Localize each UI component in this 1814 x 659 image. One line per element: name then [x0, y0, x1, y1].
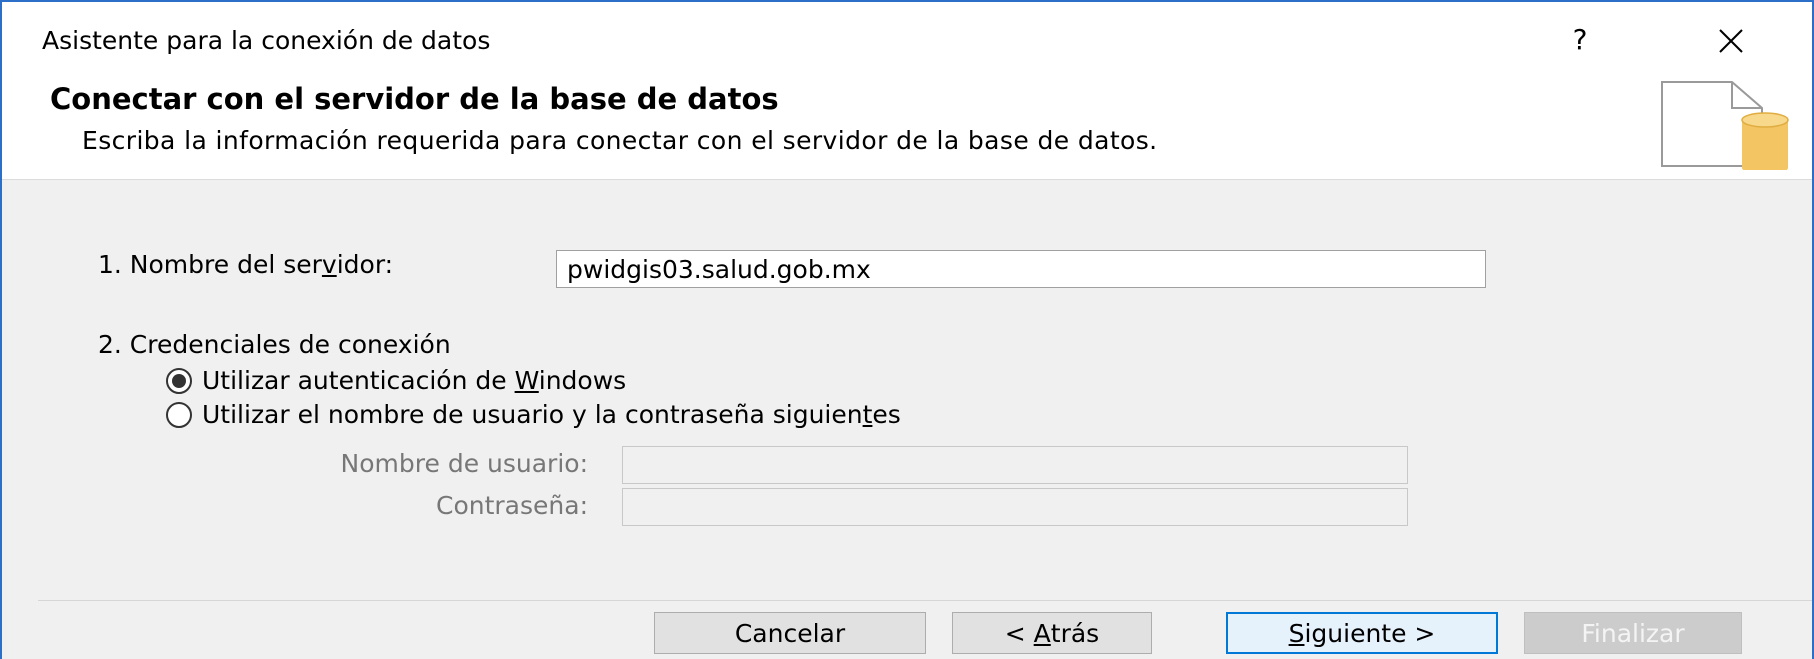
radio-username-password[interactable]: Utilizar el nombre de usuario y la contr…	[166, 400, 901, 429]
next-button[interactable]: Siguiente >	[1226, 612, 1498, 654]
page-title: Conectar con el servidor de la base de d…	[50, 82, 779, 116]
close-button[interactable]	[1706, 18, 1756, 64]
username-label: Nombre de usuario:	[340, 449, 588, 478]
password-input[interactable]	[622, 488, 1408, 526]
radio-windows-auth-button[interactable]	[166, 367, 192, 394]
radio-username-password-label: Utilizar el nombre de usuario y la contr…	[202, 400, 901, 429]
server-name-label: 1. Nombre del servidor:	[98, 250, 394, 279]
close-x-icon	[1719, 29, 1743, 53]
back-button[interactable]: < Atrás	[952, 612, 1152, 654]
radio-windows-auth[interactable]: Utilizar autenticación de Windows	[166, 366, 626, 395]
cancel-button[interactable]: Cancelar	[654, 612, 926, 654]
username-input[interactable]	[622, 446, 1408, 484]
password-label: Contraseña:	[436, 491, 588, 520]
help-button[interactable]: ?	[1560, 18, 1600, 62]
data-connection-wizard-window: Asistente para la conexión de datos ? Co…	[0, 0, 1814, 659]
finish-button[interactable]: Finalizar	[1524, 612, 1742, 654]
page-subtitle: Escriba la información requerida para co…	[82, 126, 1158, 155]
footer-separator	[38, 600, 1812, 601]
credentials-heading: 2. Credenciales de conexión	[98, 330, 451, 359]
radio-username-password-button[interactable]	[166, 401, 192, 428]
server-name-input[interactable]	[556, 250, 1486, 288]
document-database-icon	[1661, 81, 1789, 170]
wizard-header: Asistente para la conexión de datos ? Co…	[2, 2, 1812, 180]
radio-selected-dot	[172, 373, 186, 388]
radio-windows-auth-label: Utilizar autenticación de Windows	[202, 366, 627, 395]
window-title: Asistente para la conexión de datos	[42, 26, 491, 55]
